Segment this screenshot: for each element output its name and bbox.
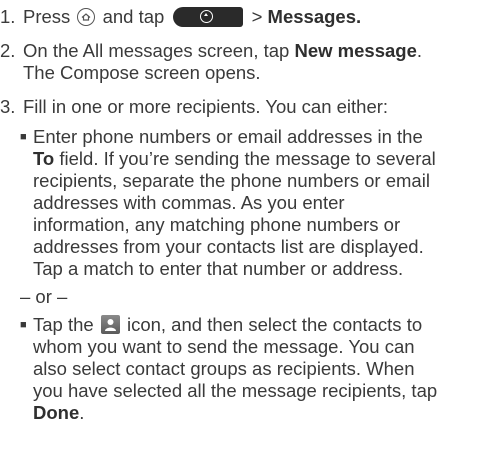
home-icon bbox=[77, 8, 96, 26]
step-1-pre: Press bbox=[23, 6, 71, 27]
contacts-icon bbox=[100, 315, 120, 334]
step-number: 2. bbox=[0, 40, 16, 61]
bullet-select-contacts: ■ Tap the icon, and then select the cont… bbox=[0, 314, 484, 424]
all-apps-button-icon bbox=[173, 7, 244, 27]
instructions: 1. Press and tap > Messages. 2. On the A… bbox=[0, 6, 484, 436]
bullet-1-line-3: recipients, separate the phone numbers o… bbox=[33, 170, 430, 191]
bullet-2-line-1: Tap the icon, and then select the contac… bbox=[33, 314, 484, 336]
messages-label: Messages. bbox=[267, 6, 362, 27]
step-1: 1. Press and tap > Messages. bbox=[0, 6, 484, 28]
bullet-2-line-1-pre: Tap the bbox=[33, 314, 94, 335]
step-2-line-2: The Compose screen opens. bbox=[23, 62, 261, 83]
bullet-2-line-2: whom you want to send the message. You c… bbox=[33, 336, 415, 357]
bullet-1-line-2-rest: field. If you’re sending the message to … bbox=[59, 148, 436, 169]
bullet-2-line-4: you have selected all the message recipi… bbox=[33, 380, 438, 401]
step-2-line-1-post: . bbox=[416, 40, 422, 61]
bullet-2-line-1-post: icon, and then select the contacts to bbox=[126, 314, 423, 335]
done-label: Done bbox=[33, 402, 80, 423]
bullet-1-line-2: To field. If you’re sending the message … bbox=[33, 148, 484, 170]
step-1-text: Press and tap > Messages. bbox=[23, 6, 484, 28]
step-number: 1. bbox=[0, 6, 16, 27]
step-2: 2. On the All messages screen, tap New m… bbox=[0, 40, 484, 84]
to-field-label: To bbox=[33, 148, 55, 169]
step-1-sep: > bbox=[251, 6, 263, 27]
or-separator: – or – bbox=[20, 286, 68, 307]
new-message-label: New message bbox=[294, 40, 417, 61]
step-1-mid: and tap bbox=[102, 6, 165, 27]
bullet-marker: ■ bbox=[20, 319, 27, 331]
bullet-1-line-6: addresses from your contacts list are di… bbox=[33, 236, 424, 257]
bullet-1-line-1: Enter phone numbers or email addresses i… bbox=[33, 126, 423, 147]
bullet-2-line-5-post: . bbox=[79, 402, 85, 423]
bullet-2-line-3: also select contact groups as recipients… bbox=[33, 358, 415, 379]
bullet-1-line-5: information, any matching phone numbers … bbox=[33, 214, 401, 235]
step-3-intro: Fill in one or more recipients. You can … bbox=[23, 96, 389, 117]
bullet-2-line-5: Done. bbox=[33, 402, 484, 424]
bullet-marker: ■ bbox=[20, 131, 27, 143]
bullet-1-line-7: Tap a match to enter that number or addr… bbox=[33, 258, 404, 279]
step-3: 3. Fill in one or more recipients. You c… bbox=[0, 96, 484, 424]
step-number: 3. bbox=[0, 96, 16, 117]
bullet-enter-recipients: ■ Enter phone numbers or email addresses… bbox=[0, 126, 484, 280]
step-2-line-1-pre: On the All messages screen, tap bbox=[23, 40, 290, 61]
step-2-line-1: On the All messages screen, tap New mess… bbox=[23, 40, 484, 62]
bullet-1-line-4: addresses with commas. As you enter bbox=[33, 192, 345, 213]
